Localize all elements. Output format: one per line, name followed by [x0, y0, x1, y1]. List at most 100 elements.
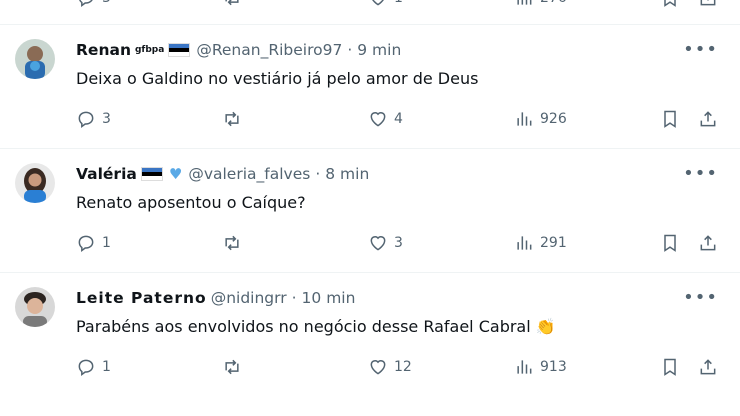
- reply-button[interactable]: 3: [76, 109, 111, 129]
- separator-dot: ·: [347, 41, 353, 59]
- display-name[interactable]: Valéria: [76, 165, 137, 183]
- retweet-icon: [225, 0, 239, 6]
- timestamp[interactable]: 9 min: [357, 41, 401, 59]
- user-handle[interactable]: @nidingrr: [211, 289, 287, 307]
- bookmark-icon: [664, 358, 676, 376]
- reply-count: 1: [102, 235, 111, 251]
- user-handle[interactable]: @Renan_Ribeiro97: [196, 41, 342, 59]
- heart-icon: [370, 360, 386, 375]
- bookmark-icon: [664, 110, 676, 128]
- tweet-leite-paterno[interactable]: Leite Paterno @nidingrr · 10 min ••• Par…: [0, 272, 740, 396]
- tweet-text: Parabéns aos envolvidos no negócio desse…: [76, 317, 531, 336]
- tweet-renan[interactable]: Renan gfbpa @Renan_Ribeiro97 · 9 min •••…: [0, 24, 740, 148]
- more-icon[interactable]: •••: [683, 287, 718, 308]
- display-name[interactable]: Renan: [76, 41, 131, 59]
- heart-icon: [370, 112, 386, 127]
- bookmark-button[interactable]: [660, 357, 680, 377]
- share-icon: [700, 0, 716, 6]
- reply-count: 3: [102, 0, 111, 6]
- retweet-icon: [225, 111, 239, 127]
- avatar[interactable]: [15, 287, 55, 327]
- tweet-actions: 3 4 926: [0, 109, 740, 145]
- reply-icon: [78, 235, 94, 252]
- views-icon: [517, 236, 532, 250]
- reply-button[interactable]: 1: [76, 233, 111, 253]
- tweet-header: Valéria ♥ @valeria_falves · 8 min: [76, 165, 369, 183]
- bookmark-icon: [664, 234, 676, 252]
- timeline: 3 1 276 Renan: [0, 0, 740, 396]
- bookmark-button[interactable]: [660, 0, 680, 8]
- like-count: 4: [394, 111, 403, 127]
- views-button[interactable]: 291: [514, 233, 567, 253]
- views-button[interactable]: 926: [514, 109, 567, 129]
- tweet-actions: 1 3 291: [0, 233, 740, 269]
- tweet-valeria[interactable]: Valéria ♥ @valeria_falves · 8 min ••• Re…: [0, 148, 740, 272]
- share-button[interactable]: [698, 233, 718, 253]
- views-count: 913: [540, 359, 567, 375]
- reply-icon: [78, 111, 94, 128]
- tweet-text-row: Parabéns aos envolvidos no negócio desse…: [76, 317, 556, 336]
- tweet-header: Leite Paterno @nidingrr · 10 min: [76, 289, 355, 307]
- estonia-flag-icon: [140, 167, 163, 181]
- estonia-flag-icon: [168, 43, 191, 57]
- user-handle[interactable]: @valeria_falves: [188, 165, 310, 183]
- like-button[interactable]: 4: [368, 109, 403, 129]
- views-count: 926: [540, 111, 567, 127]
- views-count: 291: [540, 235, 567, 251]
- retweet-icon: [225, 359, 239, 375]
- tweet-header: Renan gfbpa @Renan_Ribeiro97 · 9 min: [76, 41, 401, 59]
- share-icon: [700, 235, 716, 251]
- retweet-button[interactable]: [222, 0, 242, 8]
- retweet-button[interactable]: [222, 233, 242, 253]
- heart-icon: [372, 0, 384, 6]
- reply-button[interactable]: 3: [76, 0, 111, 8]
- reply-count: 1: [102, 359, 111, 375]
- timestamp[interactable]: 10 min: [302, 289, 356, 307]
- like-button[interactable]: 3: [368, 233, 403, 253]
- separator-dot: ·: [291, 289, 297, 307]
- tweet-actions-top: 3 1 276: [0, 0, 740, 24]
- like-count: 3: [394, 235, 403, 251]
- bookmark-button[interactable]: [660, 233, 680, 253]
- more-icon[interactable]: •••: [683, 163, 718, 184]
- retweet-icon: [225, 235, 239, 251]
- share-icon: [700, 111, 716, 127]
- share-icon: [700, 359, 716, 375]
- more-icon[interactable]: •••: [683, 39, 718, 60]
- avatar-image: [15, 287, 55, 327]
- views-icon: [517, 0, 532, 5]
- bookmark-icon: [664, 0, 676, 7]
- tweet-text: Deixa o Galdino no vestiário já pelo amo…: [76, 69, 479, 88]
- retweet-button[interactable]: [222, 357, 242, 377]
- views-button[interactable]: 913: [514, 357, 567, 377]
- retweet-button[interactable]: [222, 109, 242, 129]
- reply-count: 3: [102, 111, 111, 127]
- name-superscript: gfbpa: [134, 45, 165, 55]
- views-icon: [517, 112, 532, 126]
- avatar-image: [15, 163, 55, 203]
- tweet-actions: 1 12 913: [0, 357, 740, 393]
- reply-button[interactable]: 1: [76, 357, 111, 377]
- like-count: 12: [394, 359, 412, 375]
- avatar[interactable]: [15, 39, 55, 79]
- share-button[interactable]: [698, 109, 718, 129]
- views-count: 276: [540, 0, 567, 6]
- blue-heart-icon: ♥: [168, 165, 183, 183]
- share-button[interactable]: [698, 0, 718, 8]
- reply-icon: [78, 359, 94, 376]
- bookmark-button[interactable]: [660, 109, 680, 129]
- display-name[interactable]: Leite Paterno: [76, 289, 207, 307]
- share-button[interactable]: [698, 357, 718, 377]
- avatar-image: [15, 39, 55, 79]
- like-button[interactable]: 12: [368, 357, 412, 377]
- timestamp[interactable]: 8 min: [325, 165, 369, 183]
- reply-icon: [79, 0, 93, 7]
- heart-icon: [370, 236, 386, 251]
- tweet-text: Renato aposentou o Caíque?: [76, 193, 306, 212]
- like-count: 1: [394, 0, 403, 6]
- views-icon: [517, 360, 532, 374]
- like-button[interactable]: 1: [368, 0, 403, 8]
- clapping-hands-icon: 👏: [535, 317, 556, 336]
- avatar[interactable]: [15, 163, 55, 203]
- views-button[interactable]: 276: [514, 0, 567, 8]
